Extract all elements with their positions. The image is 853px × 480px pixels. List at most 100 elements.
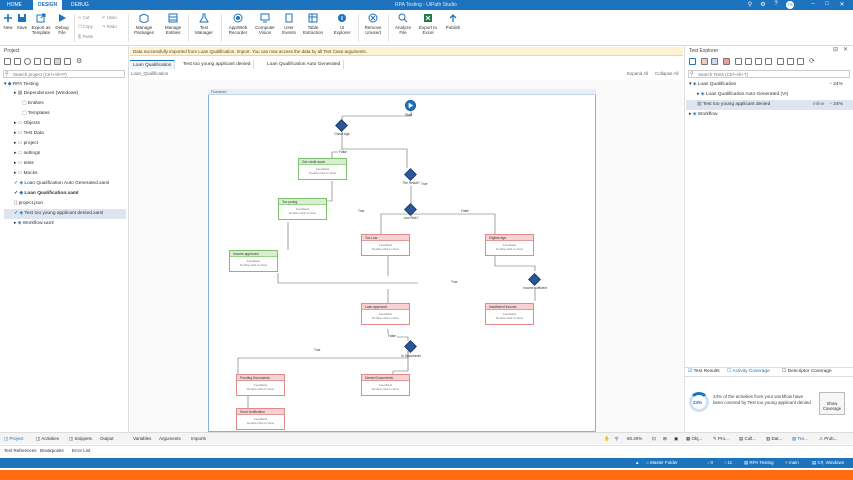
orchestrator-icon[interactable]: ▲	[635, 458, 639, 468]
overview-icon[interactable]: ⊞	[663, 434, 667, 444]
activity-loan-approved[interactable]: Loan approved Feedback Double-click to Vi…	[361, 303, 410, 325]
debug-icon[interactable]	[723, 58, 730, 65]
tab-output[interactable]: Output	[100, 434, 114, 444]
user-events-button[interactable]: User Events	[279, 13, 299, 35]
minimap-icon[interactable]: ▣	[674, 434, 678, 444]
pin-icon[interactable]: ⊟	[833, 46, 838, 53]
expand-all-button[interactable]: Expand All	[627, 71, 648, 76]
search-icon[interactable]: ⚲	[745, 1, 755, 8]
maximize-icon[interactable]: □	[822, 1, 832, 7]
test-item[interactable]: ▾ ◈ Loan Qualification ◔ 24%	[689, 80, 849, 90]
activity-too-low[interactable]: Too Low Feedback Double-click to View	[361, 234, 410, 256]
zoom-level[interactable]: 60.40%	[627, 434, 642, 444]
activity-income-approved[interactable]: Income approved Feedback Double-click to …	[229, 250, 278, 272]
start-node[interactable]	[405, 100, 416, 111]
tree-item[interactable]: ▸ ▭ tests	[14, 159, 34, 169]
test-item[interactable]: ▸ ◈ Workflow	[689, 110, 717, 120]
copy-button[interactable]: ❐ Copy	[78, 24, 93, 29]
tree-item[interactable]: ✓ ◈ Loan Qualification Auto Generated.xa…	[14, 179, 109, 189]
cut-button[interactable]: ✂ Cut	[78, 15, 89, 20]
redo-button[interactable]: ↷ Redo	[102, 24, 117, 29]
tab-descriptor-coverage[interactable]: ☐ Descriptor Coverage	[782, 367, 832, 377]
tab-arguments[interactable]: Arguments	[159, 434, 181, 444]
activity-eligible[interactable]: Eligible Age Feedback Double-click to Vie…	[485, 234, 534, 256]
project-search-input[interactable]	[3, 70, 125, 78]
remove-unused-button[interactable]: Remove Unused	[362, 13, 384, 35]
search-icon[interactable]: ⚲	[615, 434, 618, 444]
tab-project[interactable]: ◫ Project	[4, 434, 24, 444]
tree-item[interactable]: ▸ ▭ settings	[14, 149, 40, 159]
tab-activities[interactable]: ◫ Activities	[36, 434, 59, 444]
tree-item[interactable]: ✓ ◈ Loan Qualification.xaml	[14, 189, 79, 199]
layout-icon[interactable]	[735, 58, 742, 65]
app-web-recorder-button[interactable]: App/Web Recorder	[225, 13, 251, 35]
debug-file-button[interactable]: Debug File	[54, 13, 70, 35]
tree-item[interactable]: ▸ ▭ Objects	[14, 119, 40, 129]
tab-debug[interactable]: DEBUG	[66, 0, 94, 10]
export-excel-button[interactable]: Export to Excel	[418, 13, 438, 35]
export-template-button[interactable]: Export as Template	[30, 13, 52, 35]
tab-test-references[interactable]: Test References	[4, 446, 37, 456]
save-button[interactable]: Save	[16, 13, 28, 30]
tree-item[interactable]: ▸ ▭ Test Data	[14, 129, 44, 139]
tab-error-list[interactable]: Error List	[72, 446, 90, 456]
test-item-selected[interactable]: ▦ Test too young applicant denied Inline…	[686, 100, 853, 110]
tree-item[interactable]: ▸ ▦ Dependencies (Windows)	[14, 89, 78, 99]
collapse-all-button[interactable]: Collapse All	[655, 71, 679, 76]
activity-insufficient-income[interactable]: Insufficient Income Feedback Double-click…	[485, 303, 534, 325]
tab-problems[interactable]: ⚠ Prob...	[819, 434, 838, 444]
activity-too-young[interactable]: Too young Feedback Double-click to View	[278, 198, 327, 220]
group-icon[interactable]	[765, 58, 772, 65]
minimize-icon[interactable]: –	[808, 1, 818, 7]
tab-variables[interactable]: Variables	[133, 434, 151, 444]
breadcrumb[interactable]: Loan_Qualification	[131, 71, 168, 76]
computer-vision-button[interactable]: Computer Vision	[253, 13, 277, 35]
test-search-input[interactable]	[688, 70, 850, 78]
run-icon[interactable]	[689, 58, 696, 65]
analyze-file-button[interactable]: Analyze File	[392, 13, 414, 35]
new-button[interactable]: New	[2, 13, 14, 30]
undo-button[interactable]: ↶ Undo	[102, 15, 117, 20]
tab-activity-coverage[interactable]: ☐ Activity Coverage	[727, 367, 770, 377]
tab-data[interactable]: ▥ Dat...	[766, 434, 782, 444]
grid-icon[interactable]	[745, 58, 752, 65]
folder-icon[interactable]	[34, 58, 41, 65]
tree-item-selected[interactable]: ✓ ◈ Test too young applicant denied.xaml	[4, 209, 126, 219]
show-coverage-button[interactable]: Show Coverage	[819, 392, 845, 415]
failed-filter-icon[interactable]	[701, 58, 708, 65]
test-item[interactable]: ▸ ◈ Loan Qualification Auto Generated (V…	[697, 90, 788, 100]
refresh-icon[interactable]: ⟳	[809, 57, 815, 65]
list-icon[interactable]	[755, 58, 762, 65]
copy-icon[interactable]	[797, 58, 804, 65]
manage-packages-button[interactable]: Manage Packages	[133, 13, 155, 35]
error-count[interactable]: ↓ 0	[707, 458, 713, 468]
tree-item[interactable]: ▢ Entities	[22, 99, 44, 109]
status-target[interactable]: ▤ C#, Windows	[812, 458, 844, 468]
test-manager-button[interactable]: Test Manager	[192, 13, 216, 35]
circle-icon[interactable]	[24, 58, 31, 65]
tab-object-repo[interactable]: ▦ Obj...	[686, 434, 702, 444]
table-extraction-button[interactable]: Table Extraction	[300, 13, 326, 35]
ui-explorer-button[interactable]: UI Explorer	[331, 13, 353, 35]
activity-send-notification[interactable]: Send Notification Feedback Double-click t…	[236, 408, 285, 430]
tab-design[interactable]: DESIGN	[33, 0, 63, 10]
fit-icon[interactable]: ⊡	[652, 434, 656, 444]
publish-button[interactable]: Publish	[443, 13, 463, 30]
tree-item[interactable]: ▸ ▭ Mocks	[14, 169, 38, 179]
passed-filter-icon[interactable]	[711, 58, 718, 65]
collapse-icon[interactable]	[787, 58, 794, 65]
warning-count[interactable]: ↑ 11	[724, 458, 732, 468]
tab-properties[interactable]: ✎ Pro...	[713, 434, 729, 444]
tab-snippets[interactable]: ◫ Snippets	[69, 434, 92, 444]
status-project[interactable]: ▤ RPA Testing	[744, 458, 774, 468]
tab-test[interactable]: ▧ Tes...	[792, 434, 808, 444]
tree-item[interactable]: ▢ Templates	[22, 109, 50, 119]
tab-test-results[interactable]: ☑ Test Results	[688, 367, 720, 377]
avatar[interactable]: TS	[786, 1, 794, 9]
activity-denied-documents[interactable]: Denied Documents Feedback Double-click to…	[361, 374, 410, 396]
orchestrator-folder[interactable]: ⌂ Master Folder	[646, 458, 678, 468]
show-all-icon[interactable]	[54, 58, 61, 65]
manage-entities-button[interactable]: Manage Entities	[162, 13, 184, 35]
tree-item[interactable]: ▸ ◈ Workflow.xaml	[14, 219, 54, 229]
pan-icon[interactable]: ✋	[604, 434, 610, 444]
